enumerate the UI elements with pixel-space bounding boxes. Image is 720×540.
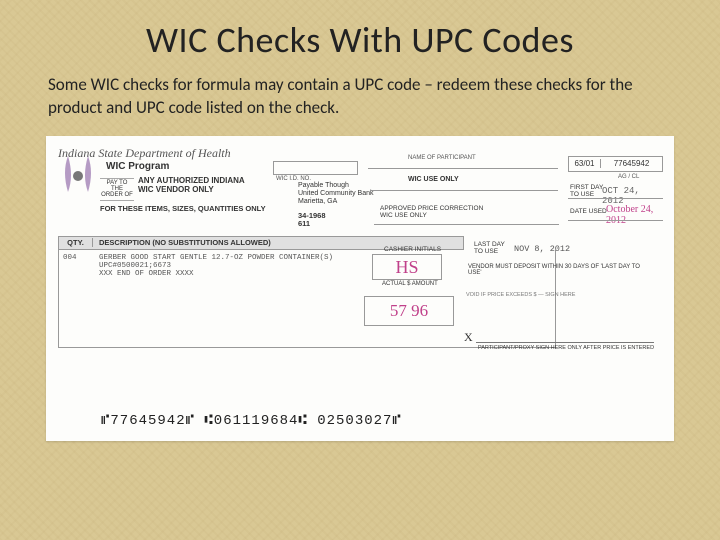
participant-name-line bbox=[368, 168, 558, 169]
approved-line bbox=[374, 224, 559, 225]
participant-name-label: NAME OF PARTICIPANT bbox=[408, 155, 476, 161]
pay-to-label: PAY TO THE ORDER OF bbox=[100, 178, 134, 201]
wic-use-only-label: WIC USE ONLY bbox=[408, 176, 459, 183]
micr-line: ⑈77645942⑈ ⑆061119684⑆ 02503027⑈ bbox=[101, 413, 402, 429]
actual-amount-value: 57 96 bbox=[364, 296, 454, 326]
actual-amount-label: ACTUAL $ AMOUNT bbox=[382, 281, 438, 287]
approved-l2: WIC USE ONLY bbox=[380, 213, 483, 220]
check-header: Indiana State Department of Health WIC P… bbox=[58, 146, 662, 236]
item-qty: 004 bbox=[63, 254, 95, 262]
first-day-value: OCT 24, 2012 bbox=[602, 186, 662, 206]
routing-l2: 611 bbox=[298, 220, 326, 228]
payable-through: Payable Though United Community Bank Mar… bbox=[298, 182, 373, 206]
vendor-text: ANY AUTHORIZED INDIANA WIC VENDOR ONLY bbox=[138, 176, 245, 195]
deposit-note: VENDOR MUST DEPOSIT WITHIN 30 DAYS OF 'L… bbox=[468, 264, 653, 277]
payable-l2: United Community Bank bbox=[298, 190, 373, 198]
wic-id-box bbox=[273, 161, 358, 175]
void-note: VOID IF PRICE EXCEEDS $ — SIGN HERE bbox=[466, 292, 651, 298]
serial-box: 63/01 77645942 bbox=[568, 156, 663, 172]
cashier-initials-label: CASHIER INITIALS bbox=[384, 246, 441, 253]
signature-x: X bbox=[464, 330, 473, 345]
serial-right: 77645942 bbox=[601, 159, 662, 168]
desc-header-text: DESCRIPTION (NO SUBSTITUTIONS ALLOWED) bbox=[93, 238, 271, 247]
ag-cl-label: AG / CL bbox=[618, 174, 639, 180]
wic-logo-icon bbox=[58, 152, 98, 200]
signature-line bbox=[476, 342, 654, 343]
first-day-label: FIRST DAY TO USE bbox=[570, 184, 603, 198]
first-day-line bbox=[568, 198, 663, 199]
last-day-value: NOV 8, 2012 bbox=[514, 244, 570, 254]
page-title: WIC Checks With UPC Codes bbox=[46, 18, 674, 62]
date-used-value: October 24, 2012 bbox=[606, 204, 662, 226]
wic-use-only-line bbox=[370, 190, 558, 191]
vendor-line1: ANY AUTHORIZED INDIANA bbox=[138, 176, 245, 186]
date-used-line bbox=[568, 220, 663, 221]
payable-l3: Marietta, GA bbox=[298, 198, 373, 206]
page-subtitle: Some WIC checks for formula may contain … bbox=[46, 74, 674, 120]
last-day-label: LAST DAY TO USE bbox=[474, 242, 505, 256]
cashier-initials-value: HS bbox=[372, 254, 442, 280]
items-only-label: FOR THESE ITEMS, SIZES, QUANTITIES ONLY bbox=[100, 204, 266, 213]
serial-left: 63/01 bbox=[569, 159, 601, 168]
signature-label: PARTICIPANT/PROXY SIGN HERE ONLY AFTER P… bbox=[478, 345, 654, 351]
approved-price-label: APPROVED PRICE CORRECTION WIC USE ONLY bbox=[380, 206, 483, 220]
date-used-label: DATE USED bbox=[570, 208, 607, 215]
vendor-line2: WIC VENDOR ONLY bbox=[138, 185, 245, 195]
wic-check-image: Indiana State Department of Health WIC P… bbox=[46, 136, 674, 441]
payable-l1: Payable Though bbox=[298, 182, 373, 190]
qty-header: QTY. bbox=[59, 238, 93, 247]
program-name: WIC Program bbox=[106, 161, 169, 172]
routing-num: 34-1968 611 bbox=[298, 212, 326, 229]
